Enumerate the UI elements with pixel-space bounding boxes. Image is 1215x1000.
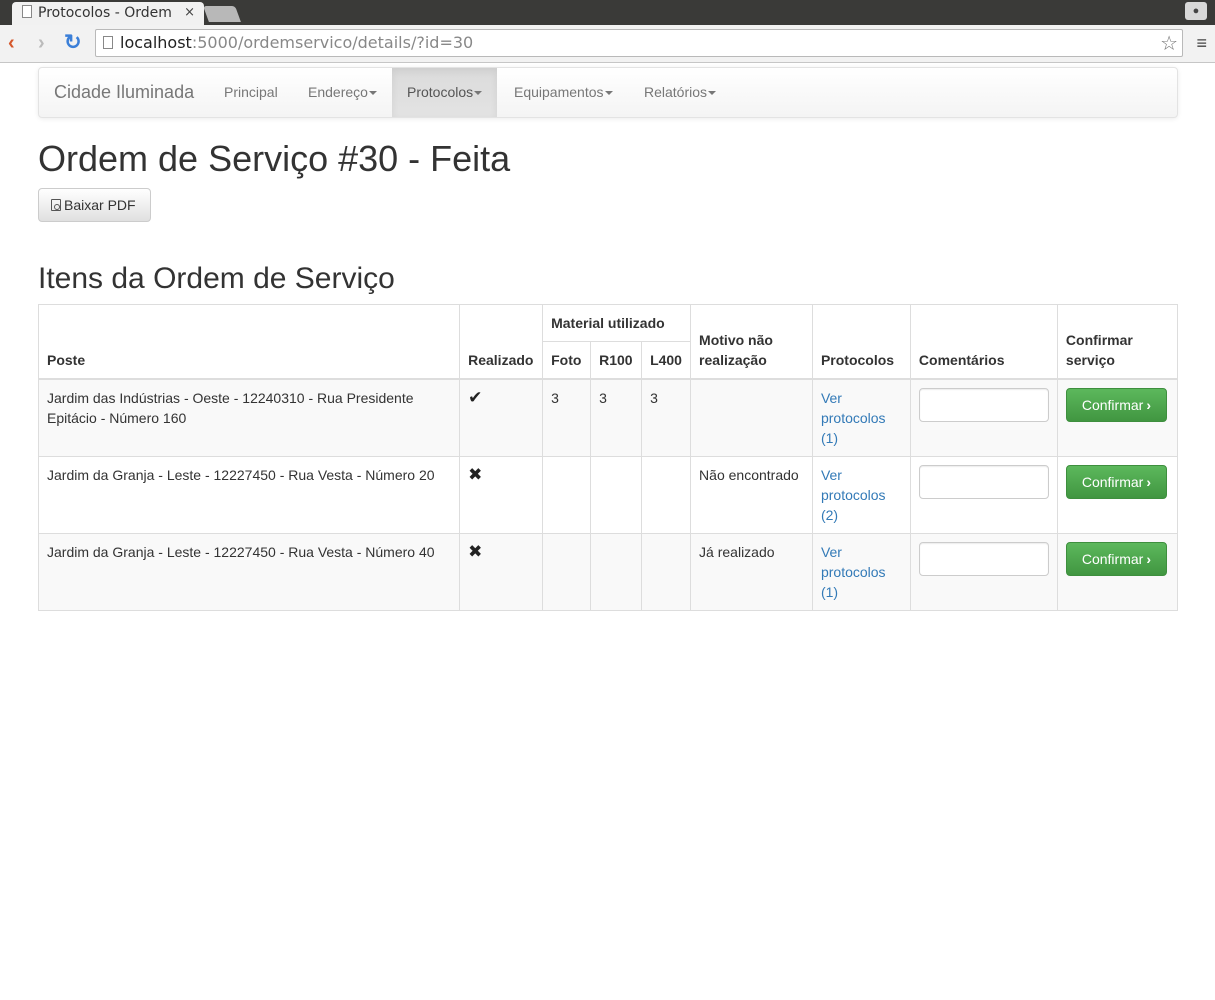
profile-icon[interactable]: ●	[1185, 2, 1207, 20]
cell-r100	[590, 533, 643, 611]
navbar: Cidade Iluminada Principal Endereço Prot…	[38, 67, 1178, 118]
browser-menu-icon[interactable]: ≡	[1196, 33, 1207, 54]
caret-down-icon	[708, 91, 717, 95]
nav-item-label: Protocolos	[407, 84, 474, 100]
confirm-label: Confirmar	[1081, 474, 1144, 490]
header-comentarios: Comentários	[909, 304, 1058, 380]
cell-poste: Jardim da Granja - Leste - 12227450 - Ru…	[37, 456, 461, 534]
browser-tab[interactable]: Protocolos - Ordem ×	[12, 2, 204, 25]
comment-input[interactable]	[918, 388, 1049, 422]
check-icon: ✔	[468, 388, 483, 407]
browser-toolbar: ‹ › ↻ localhost:5000/ordemservico/detail…	[0, 25, 1215, 63]
nav-item-label: Principal	[224, 84, 278, 100]
cell-foto: 3	[542, 378, 592, 457]
download-pdf-button[interactable]: Baixar PDF	[38, 188, 151, 222]
cell-l400	[641, 533, 692, 611]
tab-close-icon[interactable]: ×	[184, 5, 195, 20]
url-path: :5000/ordemservico/details/?id=30	[191, 33, 474, 52]
confirm-label: Confirmar	[1081, 551, 1144, 567]
nav-item-protocolos[interactable]: Protocolos	[392, 68, 498, 117]
nav-item-label: Endereço	[308, 84, 368, 100]
header-l400: L400	[641, 341, 692, 380]
page-icon	[103, 36, 113, 49]
chevron-right-icon: ›	[1146, 551, 1151, 567]
nav-item-relatorios[interactable]: Relatórios	[629, 68, 731, 117]
ver-protocolos-link[interactable]: Ver protocolos (1)	[821, 544, 886, 600]
cell-poste: Jardim das Indústrias - Oeste - 12240310…	[37, 378, 461, 457]
header-confirmar: Confirmar serviço	[1056, 304, 1179, 380]
browser-tab-strip: Protocolos - Ordem × ●	[0, 0, 1215, 25]
document-icon	[22, 5, 32, 18]
cross-icon: ✖	[468, 465, 483, 484]
cell-r100: 3	[590, 378, 643, 457]
caret-down-icon	[474, 91, 483, 95]
header-motivo: Motivo não realização	[690, 304, 813, 380]
comment-input[interactable]	[918, 542, 1049, 576]
confirm-button[interactable]: Confirmar ›	[1065, 542, 1167, 576]
nav-item-principal[interactable]: Principal	[209, 68, 293, 117]
header-realizado: Realizado	[459, 304, 544, 380]
header-protocolos: Protocolos	[811, 304, 911, 380]
table-row: Jardim das Indústrias - Oeste - 12240310…	[37, 378, 1179, 457]
tab-title: Protocolos - Ordem	[38, 5, 172, 21]
nav-item-label: Relatórios	[644, 84, 708, 100]
caret-down-icon	[368, 91, 377, 95]
comment-input[interactable]	[918, 465, 1049, 499]
address-bar[interactable]: localhost:5000/ordemservico/details/?id=…	[95, 29, 1183, 57]
cross-icon: ✖	[468, 542, 483, 561]
nav-item-equipamentos[interactable]: Equipamentos	[499, 68, 628, 117]
cell-r100	[590, 456, 643, 534]
section-title: Itens da Ordem de Serviço	[38, 262, 395, 295]
download-pdf-label: Baixar PDF	[64, 197, 136, 213]
caret-down-icon	[604, 91, 613, 95]
confirm-button[interactable]: Confirmar ›	[1065, 388, 1167, 422]
chevron-right-icon: ›	[1146, 474, 1151, 490]
nav-item-label: Equipamentos	[514, 84, 604, 100]
new-tab-button[interactable]	[203, 6, 241, 22]
confirm-label: Confirmar	[1081, 397, 1144, 413]
cell-l400: 3	[641, 378, 692, 457]
header-foto: Foto	[542, 341, 592, 380]
bookmark-star-icon[interactable]: ☆	[1160, 30, 1178, 56]
header-poste: Poste	[37, 304, 461, 380]
cell-foto	[542, 533, 592, 611]
cell-motivo: Já realizado	[690, 533, 813, 611]
ver-protocolos-link[interactable]: Ver protocolos (1)	[821, 390, 886, 446]
service-items-table: Poste Realizado Material utilizado Motiv…	[37, 304, 1179, 611]
page-title: Ordem de Serviço #30 - Feita	[38, 138, 511, 179]
confirm-button[interactable]: Confirmar ›	[1065, 465, 1167, 499]
url-host: localhost	[120, 33, 192, 52]
ver-protocolos-link[interactable]: Ver protocolos (2)	[821, 467, 886, 523]
chevron-right-icon: ›	[1146, 397, 1151, 413]
navbar-brand[interactable]: Cidade Iluminada	[54, 82, 194, 103]
cell-motivo: Não encontrado	[690, 456, 813, 534]
header-r100: R100	[590, 341, 643, 380]
table-row: Jardim da Granja - Leste - 12227450 - Ru…	[37, 533, 1179, 611]
reload-icon[interactable]: ↻	[64, 31, 82, 55]
nav-item-endereco[interactable]: Endereço	[293, 68, 392, 117]
cell-motivo	[690, 378, 813, 457]
cell-poste: Jardim da Granja - Leste - 12227450 - Ru…	[37, 533, 461, 611]
table-row: Jardim da Granja - Leste - 12227450 - Ru…	[37, 456, 1179, 534]
cell-foto	[542, 456, 592, 534]
header-material: Material utilizado	[542, 304, 692, 342]
back-icon[interactable]: ‹	[8, 31, 15, 55]
pdf-file-icon	[51, 199, 61, 211]
forward-icon[interactable]: ›	[38, 31, 45, 55]
cell-l400	[641, 456, 692, 534]
